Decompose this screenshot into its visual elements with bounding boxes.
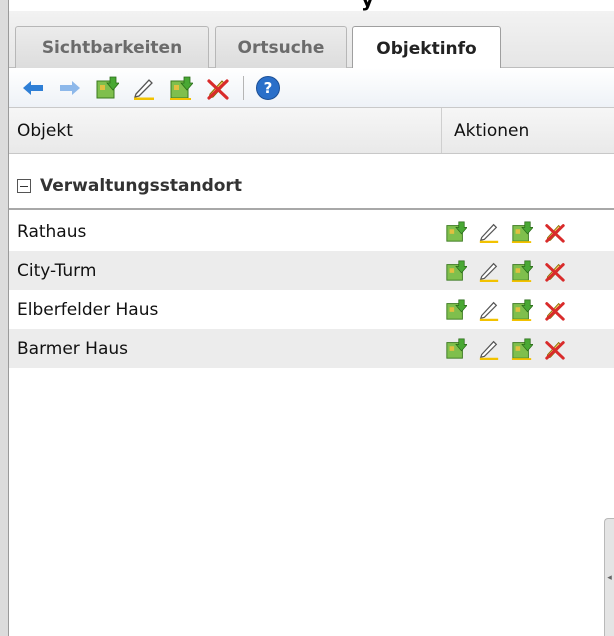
table-row[interactable]: Elberfelder Haus (9, 290, 614, 329)
add-to-map-icon[interactable] (444, 337, 468, 361)
object-name: Barmer Haus (17, 338, 129, 359)
forward-arrow-icon[interactable] (56, 74, 84, 102)
table-row[interactable]: City-Turm (9, 251, 614, 290)
delete-icon[interactable] (543, 298, 567, 322)
row-actions (442, 337, 576, 361)
add-to-map-icon[interactable] (444, 298, 468, 322)
table-row[interactable]: Rathaus (9, 212, 614, 251)
group-header-verwaltungsstandort[interactable]: Verwaltungsstandort (9, 164, 614, 210)
cut-off-title-glyph: y (361, 0, 374, 9)
splitter-arrow-icon: ◂ (607, 572, 612, 583)
object-info-panel: y Sichtbarkeiten Ortsuche Objektinfo ? O (0, 0, 614, 636)
row-actions (442, 298, 576, 322)
left-border (0, 0, 9, 636)
edit-pencil-icon[interactable] (477, 337, 501, 361)
export-map-icon[interactable] (510, 259, 534, 283)
export-map-icon[interactable] (510, 298, 534, 322)
splitter-handle[interactable]: ◂ (604, 518, 614, 636)
table-row[interactable]: Barmer Haus (9, 329, 614, 368)
row-actions (442, 220, 576, 244)
export-map-icon[interactable] (167, 74, 195, 102)
help-icon[interactable]: ? (254, 74, 282, 102)
export-map-icon[interactable] (510, 337, 534, 361)
tab-ortsuche[interactable]: Ortsuche (215, 26, 347, 69)
group-label: Verwaltungsstandort (40, 176, 242, 196)
column-header-aktionen[interactable]: Aktionen (442, 108, 614, 153)
svg-text:?: ? (264, 79, 273, 97)
object-name: Elberfelder Haus (17, 299, 159, 320)
toolbar-separator (243, 75, 244, 100)
edit-pencil-icon[interactable] (477, 220, 501, 244)
delete-icon[interactable] (543, 337, 567, 361)
title-strip: y (9, 0, 614, 11)
add-to-map-icon[interactable] (444, 220, 468, 244)
grid-header: Objekt Aktionen (9, 108, 614, 154)
tab-strip: Sichtbarkeiten Ortsuche Objektinfo (9, 11, 614, 70)
row-actions (442, 259, 576, 283)
edit-pencil-icon[interactable] (130, 74, 158, 102)
add-to-map-icon[interactable] (93, 74, 121, 102)
export-map-icon[interactable] (510, 220, 534, 244)
tab-objektinfo[interactable]: Objektinfo (352, 26, 501, 70)
add-to-map-icon[interactable] (444, 259, 468, 283)
edit-pencil-icon[interactable] (477, 298, 501, 322)
edit-pencil-icon[interactable] (477, 259, 501, 283)
object-name: Rathaus (17, 221, 87, 242)
collapse-toggle-icon[interactable] (17, 179, 31, 193)
delete-icon[interactable] (543, 259, 567, 283)
object-name: City-Turm (17, 260, 97, 281)
tab-sichtbarkeiten[interactable]: Sichtbarkeiten (15, 26, 209, 69)
delete-icon[interactable] (543, 220, 567, 244)
toolbar: ? (9, 68, 614, 108)
column-header-objekt[interactable]: Objekt (9, 108, 442, 153)
back-arrow-icon[interactable] (19, 74, 47, 102)
delete-icon[interactable] (204, 74, 232, 102)
object-rows: Rathaus City-Turm Elberfelder Haus Barme… (9, 212, 614, 368)
